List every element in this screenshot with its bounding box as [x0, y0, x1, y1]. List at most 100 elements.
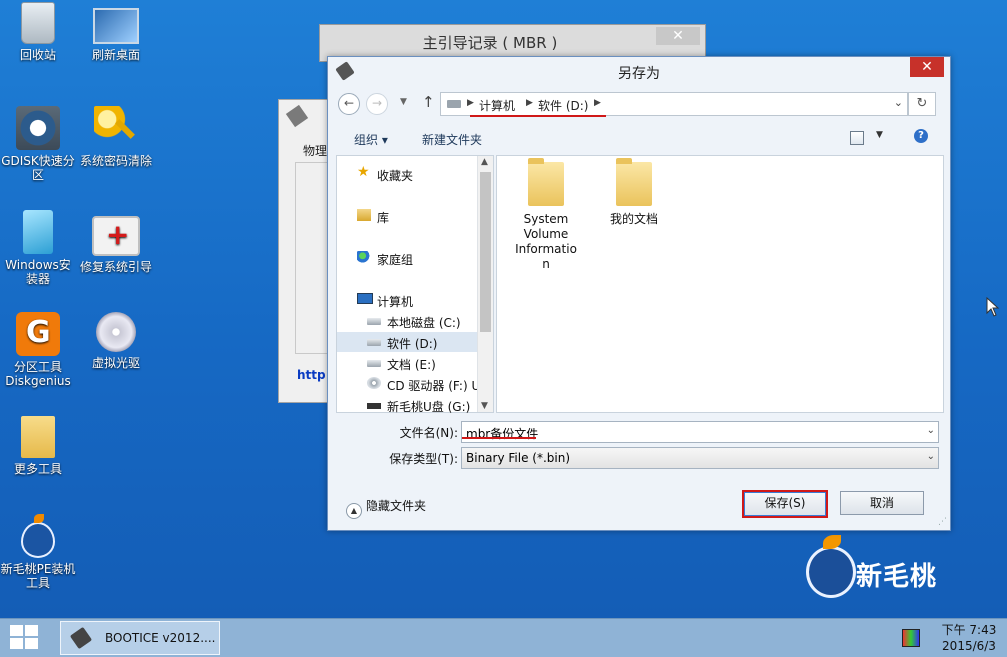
- resize-grip-icon[interactable]: ⋰: [938, 517, 947, 527]
- nav-item-label: 计算机: [377, 295, 414, 309]
- file-item-system-volume[interactable]: System Volume Informatio n: [511, 156, 581, 272]
- desktop-icon-label: 虚拟光驱: [91, 356, 140, 370]
- desktop-icon-gdisk[interactable]: GDISK快速分区: [0, 106, 76, 182]
- filename-input[interactable]: mbr备份文件 ⌄: [461, 421, 939, 443]
- chevron-right-icon: ▶: [594, 98, 601, 108]
- filetype-select[interactable]: Binary File (*.bin) ⌄: [461, 447, 939, 469]
- hide-folders-toggle[interactable]: ▲ 隐藏文件夹: [346, 497, 426, 519]
- new-folder-button[interactable]: 新建文件夹: [422, 131, 482, 148]
- nav-item-label: 本地磁盘 (C:): [387, 316, 461, 330]
- display-tray-icon[interactable]: [902, 629, 920, 647]
- filename-value: mbr备份文件: [466, 427, 539, 441]
- file-item-my-documents[interactable]: 我的文档: [599, 156, 669, 227]
- cancel-button[interactable]: 取消: [840, 491, 924, 515]
- chevron-down-icon[interactable]: ⌄: [927, 425, 935, 436]
- organize-menu[interactable]: 组织 ▾: [354, 131, 388, 148]
- first-aid-kit-icon: [92, 216, 140, 256]
- save-form: 文件名(N): mbr备份文件 ⌄ 保存类型(T): Binary File (…: [328, 417, 950, 477]
- file-item-label: 我的文档: [609, 212, 658, 226]
- star-icon: ★: [357, 164, 370, 180]
- desktop-icon-label: 新毛桃PE装机工具: [0, 562, 76, 590]
- view-dropdown-icon[interactable]: ▼: [876, 130, 883, 140]
- key-icon: [94, 106, 138, 150]
- nav-item-label: 文档 (E:): [387, 358, 436, 372]
- nav-item-label: CD 驱动器 (F:) U: [387, 379, 477, 393]
- desktop-icon-windows-installer[interactable]: Windows安装器: [0, 210, 76, 286]
- desktop-icon-label: 刷新桌面: [91, 48, 140, 62]
- desktop-icon-virtual-drive[interactable]: 虚拟光驱: [78, 312, 154, 370]
- desktop-icon-refresh[interactable]: 刷新桌面: [78, 2, 154, 62]
- chevron-up-icon: ▲: [346, 503, 362, 519]
- taskbar-app-bootice[interactable]: BOOTICE v2012....: [60, 621, 220, 655]
- scrollbar-thumb[interactable]: [480, 172, 491, 332]
- refresh-button[interactable]: ↻: [908, 92, 936, 116]
- dialog-titlebar[interactable]: 另存为 ✕: [328, 57, 950, 85]
- drive-icon: [367, 360, 381, 367]
- forward-button[interactable]: →: [366, 93, 388, 115]
- disc-icon: [96, 312, 136, 352]
- chevron-down-icon[interactable]: ⌄: [894, 96, 903, 109]
- desktop-icon-label: 更多工具: [13, 462, 62, 476]
- file-list: System Volume Informatio n 我的文档: [496, 155, 1000, 413]
- view-options-icon[interactable]: [850, 131, 864, 145]
- nav-item-drive-c[interactable]: 本地磁盘 (C:): [337, 311, 477, 331]
- help-icon[interactable]: ?: [914, 129, 928, 143]
- breadcrumb-computer[interactable]: 计算机: [479, 97, 515, 114]
- filename-label: 文件名(N):: [399, 426, 458, 440]
- diskgenius-icon: [16, 312, 60, 356]
- nav-item-computer[interactable]: 计算机: [337, 290, 477, 310]
- desktop-icon-recycle-bin[interactable]: 回收站: [0, 2, 76, 62]
- nav-item-drive-g[interactable]: 新毛桃U盘 (G:): [337, 395, 477, 415]
- nav-item-drive-d[interactable]: 软件 (D:): [337, 332, 477, 352]
- scroll-down-icon[interactable]: ▼: [481, 401, 488, 411]
- scroll-up-icon[interactable]: ▲: [481, 157, 488, 167]
- filetype-label: 保存类型(T):: [389, 452, 458, 466]
- back-button[interactable]: ←: [338, 93, 360, 115]
- windows-logo-icon: [10, 625, 23, 636]
- nav-item-libraries[interactable]: 库: [337, 206, 477, 226]
- bootice-group-label: 物理: [303, 144, 328, 158]
- nav-item-favorites[interactable]: ★ 收藏夹: [337, 164, 477, 184]
- desktop-icon-repair-boot[interactable]: 修复系统引导: [78, 210, 154, 274]
- mbr-close-button[interactable]: ✕: [656, 27, 700, 45]
- annotation-underline-address: [470, 115, 606, 117]
- desktop-icon-label: 回收站: [19, 48, 56, 62]
- chevron-down-icon[interactable]: ⌄: [927, 451, 935, 462]
- taskbar-app-label: BOOTICE v2012....: [105, 631, 216, 645]
- save-button[interactable]: 保存(S): [742, 490, 828, 518]
- brand-name: 新毛桃: [856, 562, 938, 592]
- desktop-icon-password-clear[interactable]: 系统密码清除: [78, 106, 154, 168]
- mbr-window-title: 主引导记录 ( MBR ): [422, 34, 558, 52]
- brand-logo: 新毛桃: [806, 535, 956, 598]
- clock-date: 2015/6/3: [942, 639, 996, 653]
- filetype-value: Binary File (*.bin): [466, 451, 571, 465]
- system-clock[interactable]: 下午 7:43 2015/6/3: [940, 622, 998, 654]
- desktop-icon-more-tools[interactable]: 更多工具: [0, 416, 76, 476]
- peach-icon: [21, 514, 55, 558]
- drive-icon: [447, 100, 461, 108]
- desktop-icon-diskgenius[interactable]: 分区工具Diskgenius: [0, 312, 76, 388]
- close-button[interactable]: ✕: [910, 57, 944, 77]
- address-bar[interactable]: ▶ 计算机 ▶ 软件 (D:) ▶ ⌄: [440, 92, 908, 116]
- nav-item-drive-f[interactable]: CD 驱动器 (F:) U: [337, 374, 477, 394]
- hide-folders-label: 隐藏文件夹: [366, 499, 427, 513]
- folder-icon: [616, 158, 652, 206]
- peach-logo-icon: [806, 535, 856, 598]
- up-button[interactable]: ↑: [422, 93, 435, 111]
- breadcrumb-drive-d[interactable]: 软件 (D:): [538, 97, 588, 114]
- drive-icon: [367, 318, 381, 325]
- nav-item-homegroup[interactable]: 家庭组: [337, 248, 477, 268]
- start-button[interactable]: [10, 625, 40, 651]
- bootice-window[interactable]: 物理 http: [278, 99, 337, 403]
- nav-item-label: 家庭组: [377, 253, 414, 267]
- nav-item-drive-e[interactable]: 文档 (E:): [337, 353, 477, 373]
- bootice-link[interactable]: http: [297, 368, 326, 382]
- clock-time: 下午 7:43: [941, 623, 997, 637]
- annotation-underline-filename: [462, 437, 536, 439]
- recent-locations-dropdown[interactable]: ▼: [400, 97, 407, 107]
- desktop-icon-pe-installer[interactable]: 新毛桃PE装机工具: [0, 512, 76, 590]
- nav-scrollbar[interactable]: ▲ ▼: [477, 156, 493, 412]
- dialog-title: 另存为: [618, 66, 660, 82]
- windows-logo-icon: [25, 625, 38, 636]
- bootice-icon: [285, 104, 309, 128]
